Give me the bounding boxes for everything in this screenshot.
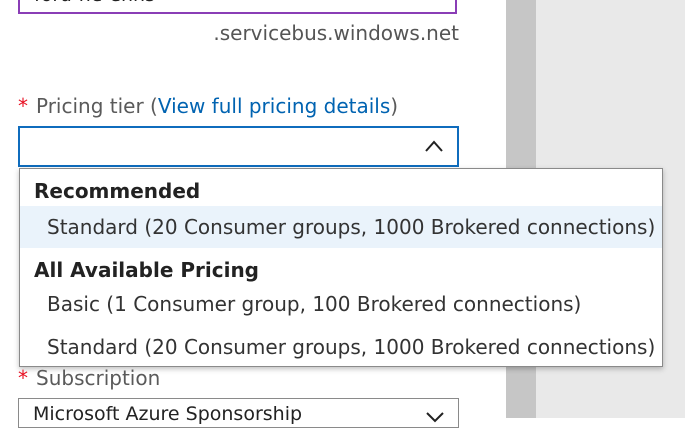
chevron-up-icon — [425, 140, 443, 152]
option-basic[interactable]: Basic (1 Consumer group, 100 Brokered co… — [20, 283, 662, 325]
pricing-tier-label: * Pricing tier (View full pricing details… — [18, 94, 398, 118]
subscription-select[interactable]: Microsoft Azure Sponsorship — [18, 398, 459, 428]
chevron-down-icon — [426, 412, 444, 423]
group-header-all-pricing: All Available Pricing — [34, 258, 259, 282]
subscription-label-text: Subscription — [36, 366, 161, 390]
group-header-recommended: Recommended — [34, 179, 201, 203]
required-marker: * — [18, 94, 28, 118]
subscription-label: * Subscription — [18, 366, 160, 390]
namespace-input-value: ford-ne-ehns — [34, 0, 155, 6]
pricing-tier-select[interactable] — [18, 126, 459, 167]
namespace-input[interactable]: ford-ne-ehns — [18, 0, 457, 14]
view-pricing-link[interactable]: View full pricing details — [158, 94, 390, 118]
namespace-suffix: .servicebus.windows.net — [213, 21, 459, 45]
option-standard[interactable]: Standard (20 Consumer groups, 1000 Broke… — [20, 326, 662, 368]
option-standard-recommended[interactable]: Standard (20 Consumer groups, 1000 Broke… — [20, 206, 662, 248]
subscription-value: Microsoft Azure Sponsorship — [33, 403, 303, 425]
required-marker: * — [18, 366, 28, 390]
pricing-tier-label-close: ) — [390, 94, 399, 118]
pricing-tier-label-text: Pricing tier ( — [36, 94, 158, 118]
pricing-tier-dropdown: Recommended Standard (20 Consumer groups… — [19, 168, 663, 367]
